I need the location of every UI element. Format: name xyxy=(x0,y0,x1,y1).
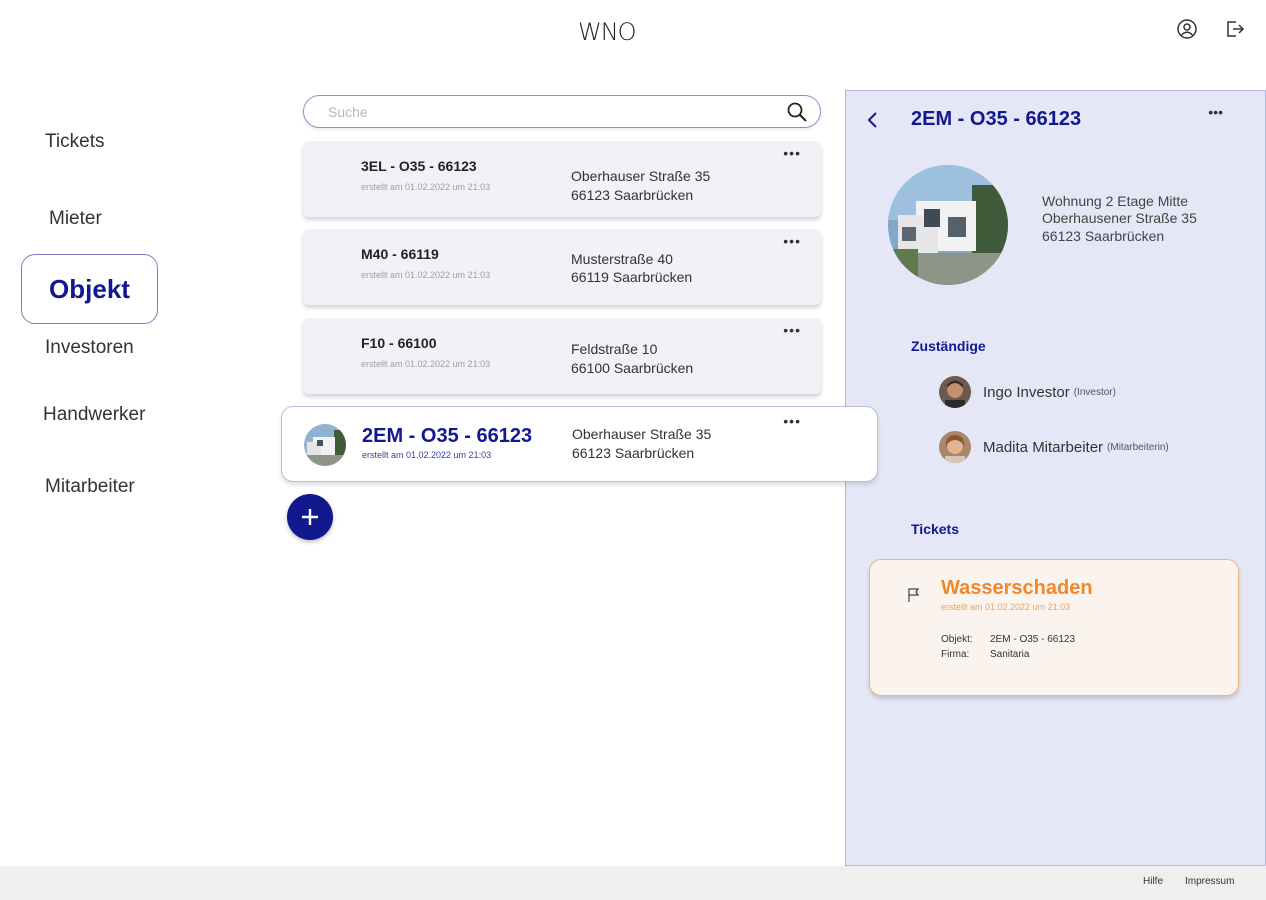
ticket-title: Wasserschaden xyxy=(941,577,1093,599)
object-street: Oberhauser Straße 35 xyxy=(572,426,712,442)
imprint-link[interactable]: Impressum xyxy=(1185,876,1234,887)
object-detail-panel: 2EM - O35 - 66123 ••• Wohnung 2 Etage Mi… xyxy=(845,90,1266,866)
back-button[interactable] xyxy=(866,109,880,136)
add-object-button[interactable] xyxy=(287,494,333,540)
nav-item-mitarbeiter[interactable]: Mitarbeiter xyxy=(45,476,135,498)
ticket-object-value: 2EM - O35 - 66123 xyxy=(990,634,1076,645)
object-code: M40 - 66119 xyxy=(361,246,439,262)
person-name: Ingo Investor xyxy=(983,383,1070,401)
object-street: Musterstraße 40 xyxy=(571,251,673,267)
object-street: Oberhauser Straße 35 xyxy=(571,168,711,184)
search-input[interactable] xyxy=(328,102,768,122)
logout-icon xyxy=(1227,21,1245,37)
nav-item-mieter[interactable]: Mieter xyxy=(49,208,102,230)
object-city: 66119 Saarbrücken xyxy=(571,269,693,285)
object-code: 3EL - O35 - 66123 xyxy=(361,158,477,174)
ticket-company-row: Firma: Sanitaria xyxy=(941,649,1029,660)
flag-icon xyxy=(907,587,921,608)
ticket-company-label: Firma: xyxy=(941,649,970,660)
object-card[interactable]: 3EL - O35 - 66123 erstellt am 01.02.2022… xyxy=(303,141,821,217)
detail-description-line: Oberhausener Straße 35 xyxy=(1042,210,1197,226)
chevron-left-icon xyxy=(867,112,877,128)
object-city: 66123 Saarbrücken xyxy=(572,445,695,461)
help-link[interactable]: Hilfe xyxy=(1143,876,1163,887)
object-created: erstellt am 01.02.2022 um 21:03 xyxy=(361,182,491,192)
more-options-icon[interactable]: ••• xyxy=(783,233,801,249)
logout-button[interactable] xyxy=(1224,18,1246,40)
avatar xyxy=(939,376,971,408)
person-item[interactable]: Ingo Investor (Investor) xyxy=(939,376,1116,408)
object-created: erstellt am 01.02.2022 um 21:03 xyxy=(361,270,491,280)
person-item[interactable]: Madita Mitarbeiter (Mitarbeiterin) xyxy=(939,431,1169,463)
object-code: F10 - 66100 xyxy=(361,335,437,351)
ticket-created: erstellt am 01.02.2022 um 21:03 xyxy=(941,602,1071,612)
ticket-object-row: Objekt: 2EM - O35 - 66123 xyxy=(941,634,1075,645)
object-city: 66100 Saarbrücken xyxy=(571,360,694,376)
search-button[interactable] xyxy=(786,101,808,128)
responsible-heading: Zuständige xyxy=(911,338,986,354)
object-city: 66123 Saarbrücken xyxy=(571,187,694,203)
object-created: erstellt am 01.02.2022 um 21:03 xyxy=(361,359,491,369)
app-logo: WNO xyxy=(578,18,637,46)
more-options-icon[interactable]: ••• xyxy=(783,322,801,338)
object-street: Feldstraße 10 xyxy=(571,341,658,357)
footer: Hilfe Impressum xyxy=(0,866,1266,900)
nav-item-objekt[interactable]: Objekt xyxy=(21,254,158,324)
object-created: erstellt am 01.02.2022 um 21:03 xyxy=(362,450,492,460)
search-icon xyxy=(787,102,807,122)
tickets-heading: Tickets xyxy=(911,521,959,537)
avatar xyxy=(939,431,971,463)
detail-title: 2EM - O35 - 66123 xyxy=(911,108,1082,130)
object-card-selected[interactable]: 2EM - O35 - 66123 erstellt am 01.02.2022… xyxy=(281,406,878,482)
nav-item-investoren[interactable]: Investoren xyxy=(45,337,134,359)
object-card[interactable]: M40 - 66119 erstellt am 01.02.2022 um 21… xyxy=(303,229,821,305)
more-options-icon[interactable]: ••• xyxy=(1208,104,1223,120)
profile-button[interactable] xyxy=(1176,18,1198,40)
nav-item-tickets[interactable]: Tickets xyxy=(45,131,104,153)
plus-icon xyxy=(302,509,318,525)
user-icon xyxy=(1177,19,1197,39)
person-role: (Investor) xyxy=(1073,386,1116,398)
ticket-object-label: Objekt: xyxy=(941,634,973,645)
more-options-icon[interactable]: ••• xyxy=(783,413,801,429)
person-name: Madita Mitarbeiter xyxy=(983,438,1104,456)
object-photo xyxy=(888,165,1008,285)
nav-item-handwerker[interactable]: Handwerker xyxy=(43,404,145,426)
detail-description-line: Wohnung 2 Etage Mitte xyxy=(1042,193,1189,209)
object-code: 2EM - O35 - 66123 xyxy=(362,425,533,447)
object-card[interactable]: F10 - 66100 erstellt am 01.02.2022 um 21… xyxy=(303,318,821,394)
ticket-company-value: Sanitaria xyxy=(990,649,1030,660)
object-thumbnail xyxy=(304,424,346,466)
more-options-icon[interactable]: ••• xyxy=(783,145,801,161)
detail-description-line: 66123 Saarbrücken xyxy=(1042,228,1165,244)
ticket-card[interactable]: Wasserschaden erstellt am 01.02.2022 um … xyxy=(869,559,1239,696)
person-role: (Mitarbeiterin) xyxy=(1107,441,1169,453)
search-bar xyxy=(303,95,821,128)
